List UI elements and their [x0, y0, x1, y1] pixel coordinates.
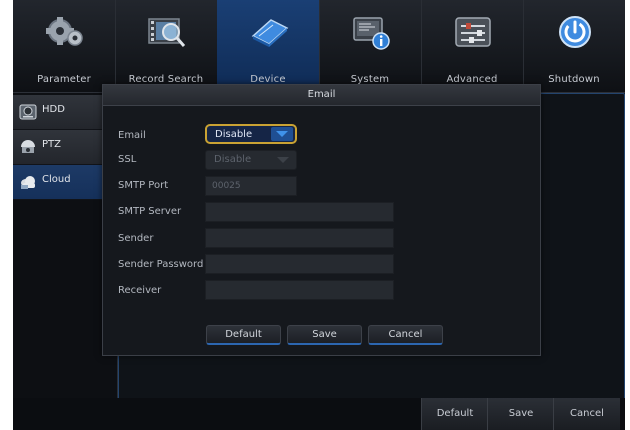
power-icon — [559, 16, 591, 48]
sidebar-item-label: Cloud — [42, 174, 71, 185]
email-select-value: Disable — [215, 129, 253, 140]
tab-device[interactable]: Device — [217, 0, 320, 92]
tab-parameter[interactable]: Parameter — [13, 0, 116, 92]
hdd-icon — [19, 104, 37, 120]
ssl-select-value: Disable — [214, 154, 252, 165]
dialog-cancel-button[interactable]: Cancel — [368, 325, 443, 345]
dialog-save-button[interactable]: Save — [287, 325, 362, 345]
tab-system[interactable]: System — [319, 0, 422, 92]
gears-icon — [46, 17, 83, 46]
bottom-cancel-button[interactable]: Cancel — [553, 398, 620, 430]
sliders-icon — [455, 17, 491, 47]
receiver-label: Receiver — [118, 285, 162, 296]
sender-password-label: Sender Password — [118, 259, 204, 270]
sidebar-item-label: HDD — [42, 104, 65, 115]
smtp-server-field[interactable] — [205, 202, 394, 222]
receiver-field[interactable] — [205, 280, 394, 300]
sender-field[interactable] — [205, 228, 394, 248]
tab-record-search[interactable]: Record Search — [115, 0, 218, 92]
tab-shutdown[interactable]: Shutdown — [523, 0, 625, 92]
smtp-port-field[interactable]: 00025 — [205, 176, 297, 196]
system-info-icon — [353, 17, 390, 50]
sender-label: Sender — [118, 233, 154, 244]
chevron-down-icon — [277, 157, 289, 163]
ptz-camera-icon — [21, 140, 35, 153]
dvr-window: Parameter Record Search Device System Ad… — [13, 0, 625, 430]
smtp-server-label: SMTP Server — [118, 206, 182, 217]
bottom-default-button[interactable]: Default — [421, 398, 488, 430]
email-dialog: Email Email Disable SSL Disable SMTP Por… — [102, 84, 541, 356]
tab-label: Parameter — [37, 74, 91, 85]
email-label: Email — [118, 130, 146, 141]
tab-advanced[interactable]: Advanced — [421, 0, 524, 92]
cloud-icon — [21, 176, 35, 189]
smtp-port-label: SMTP Port — [118, 180, 169, 191]
top-navigation: Parameter Record Search Device System Ad… — [13, 0, 625, 93]
ssl-select[interactable]: Disable — [205, 150, 297, 170]
dialog-default-button[interactable]: Default — [206, 325, 281, 345]
film-search-icon — [148, 18, 186, 47]
ssl-label: SSL — [118, 154, 137, 165]
chevron-down-icon — [271, 127, 293, 141]
dialog-title: Email — [103, 85, 540, 106]
email-select[interactable]: Disable — [205, 124, 297, 144]
sidebar-item-label: PTZ — [42, 139, 61, 150]
sender-password-field[interactable] — [205, 254, 394, 274]
bottom-save-button[interactable]: Save — [487, 398, 554, 430]
hard-drive-icon — [251, 19, 289, 47]
